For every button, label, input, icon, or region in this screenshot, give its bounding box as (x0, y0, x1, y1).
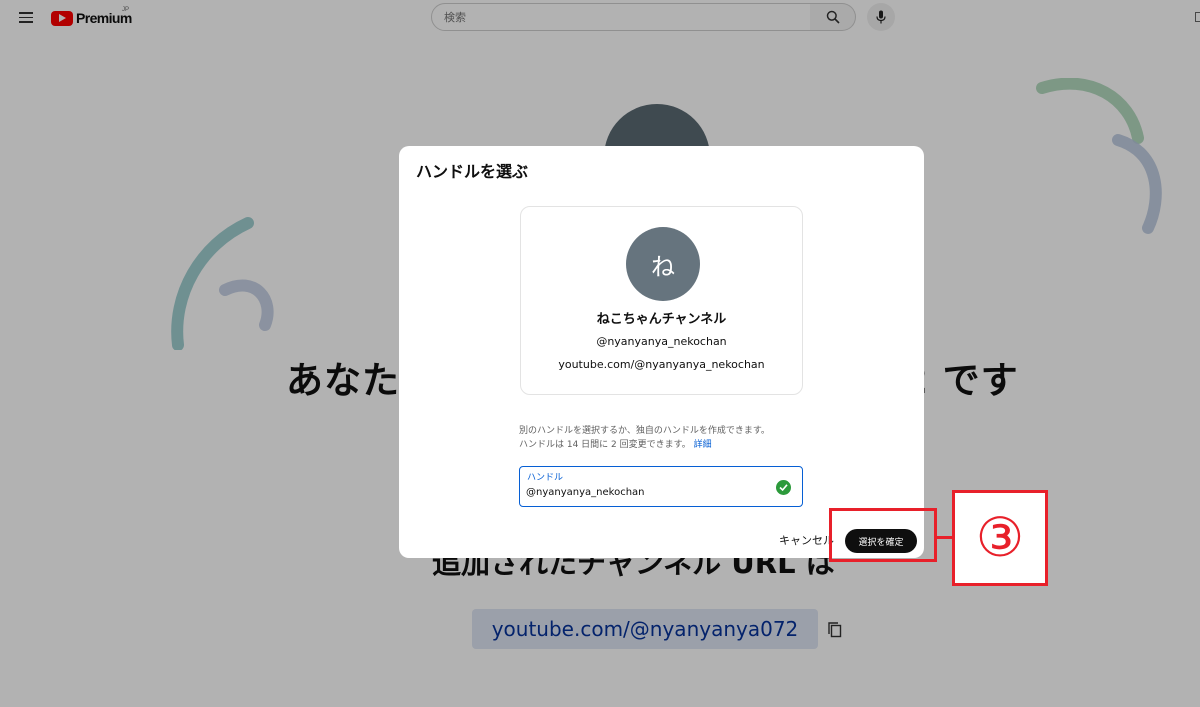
handle-field-label: ハンドル (527, 473, 564, 483)
annotation-step-number: ③ (975, 506, 1025, 569)
choose-handle-dialog: ハンドルを選ぶ ね ねこちゃんチャンネル @nyanyanya_nekochan… (399, 146, 924, 558)
avatar-initial: ね (651, 252, 675, 281)
channel-preview-card: ね ねこちゃんチャンネル @nyanyanya_nekochan youtube… (520, 206, 803, 395)
cancel-button[interactable]: キャンセル (779, 532, 834, 548)
details-link[interactable]: 詳細 (694, 440, 712, 450)
channel-url: youtube.com/@nyanyanya_nekochan (558, 358, 765, 371)
channel-avatar: ね (626, 227, 700, 301)
handle-field[interactable]: ハンドル (519, 466, 803, 507)
info-line-2-text: ハンドルは 14 日間に 2 回変更できます。 (519, 440, 691, 450)
info-line-1: 別のハンドルを選択するか、独自のハンドルを作成できます。 (519, 426, 770, 436)
annotation-highlight-box (829, 508, 937, 562)
dialog-title: ハンドルを選ぶ (416, 162, 529, 181)
channel-name: ねこちゃんチャンネル (596, 312, 727, 327)
annotation-step-label: ③ (952, 490, 1048, 586)
check-circle-icon (776, 480, 791, 495)
info-line-2: ハンドルは 14 日間に 2 回変更できます。 詳細 (519, 438, 819, 452)
handle-input[interactable] (526, 484, 766, 500)
channel-handle: @nyanyanya_nekochan (596, 335, 727, 348)
handle-info-text: 別のハンドルを選択するか、独自のハンドルを作成できます。 ハンドルは 14 日間… (519, 424, 819, 452)
